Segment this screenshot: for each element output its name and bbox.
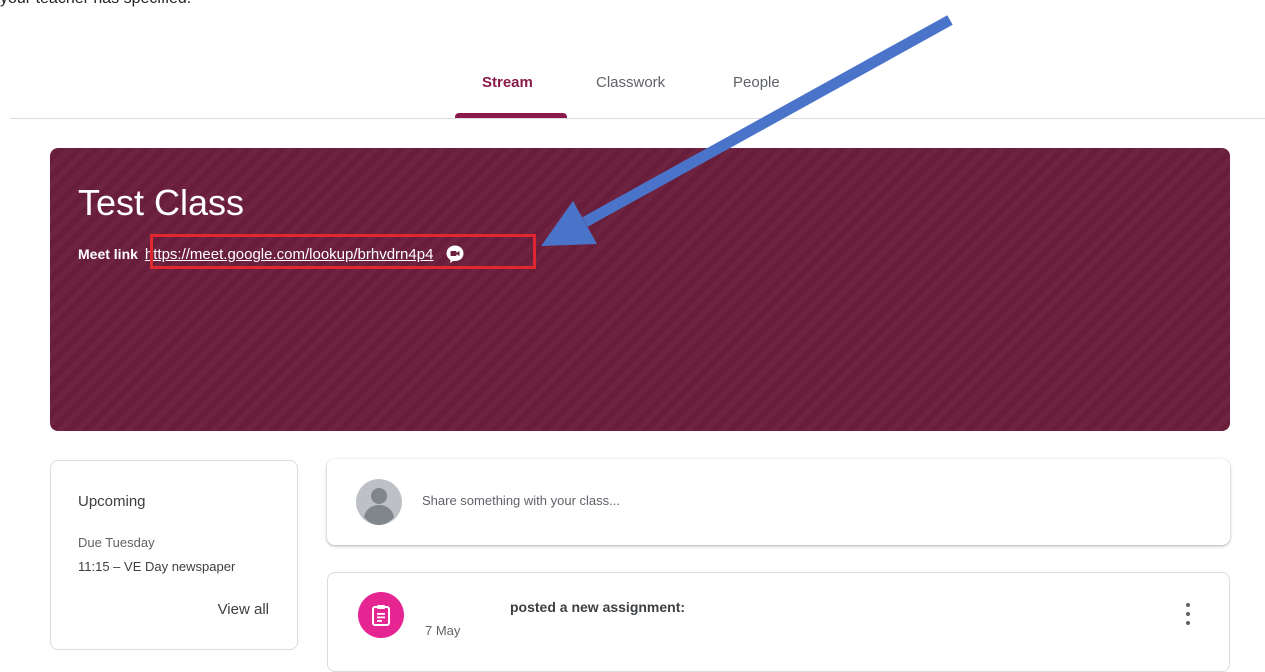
upcoming-title: Upcoming <box>78 493 146 510</box>
class-banner: Test Class Meet link https://meet.google… <box>50 148 1230 431</box>
tab-stream[interactable]: Stream <box>482 74 533 91</box>
meet-link-highlight <box>150 234 536 269</box>
more-options-icon[interactable] <box>1185 603 1191 625</box>
tab-bar: Stream Classwork People <box>0 56 1265 118</box>
post-text: posted a new assignment: <box>510 599 686 615</box>
upcoming-due-label: Due Tuesday <box>78 535 155 550</box>
assignment-icon <box>358 592 404 638</box>
avatar <box>356 479 402 525</box>
meet-link-label: Meet link <box>78 246 138 262</box>
page-caption: your teacher has specified. <box>0 0 191 8</box>
upcoming-item[interactable]: 11:15 – VE Day newspaper <box>78 559 235 574</box>
tabs-divider <box>10 118 1265 119</box>
view-all-button[interactable]: View all <box>218 601 269 618</box>
tab-people[interactable]: People <box>733 74 780 91</box>
share-input[interactable]: Share something with your class... <box>422 493 620 508</box>
share-box[interactable]: Share something with your class... <box>327 459 1230 545</box>
tab-classwork[interactable]: Classwork <box>596 74 665 91</box>
class-title: Test Class <box>78 182 245 223</box>
post-date: 7 May <box>425 623 461 638</box>
stream-post[interactable]: posted a new assignment: 7 May <box>327 572 1230 672</box>
upcoming-card: Upcoming Due Tuesday 11:15 – VE Day news… <box>50 460 298 650</box>
